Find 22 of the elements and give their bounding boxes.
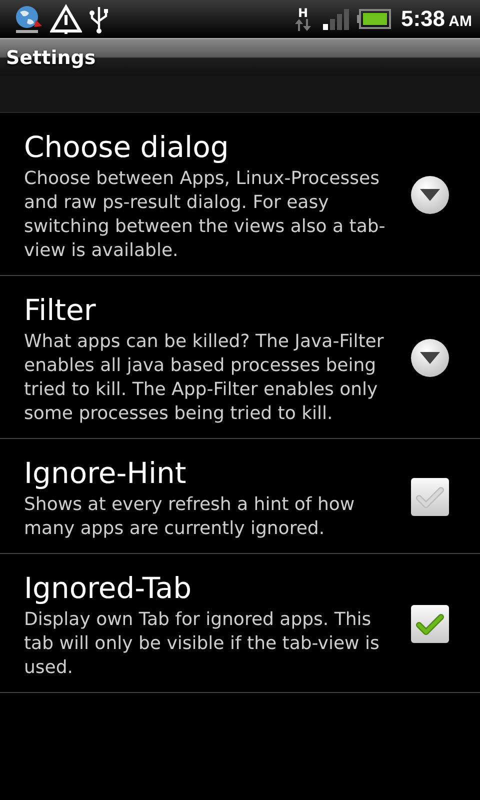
warning-icon — [50, 4, 82, 34]
preference-item[interactable]: Filter What apps can be killed? The Java-Filter enables all java based processes being tried to kill. The App-Filter enables only some processes being tried to kill. — [0, 276, 480, 439]
preference-title: Filter — [24, 292, 97, 329]
preference-summary: Display own Tab for ignored apps. This tab will only be visible if the tab-view is used. — [24, 608, 380, 680]
signal-icon — [323, 8, 351, 30]
preference-summary: Shows at every refresh a hint of how many apps are currently ignored. — [24, 493, 356, 541]
network-type-label: H — [298, 7, 308, 19]
preference-item[interactable]: Ignore-Hint Shows at every refresh a hint of how many apps are currently ignored. — [0, 439, 480, 554]
preference-title: Ignore-Hint — [24, 455, 188, 492]
preference-title: Choose dialog — [24, 129, 230, 166]
checkbox[interactable] — [410, 477, 450, 517]
preference-summary: Choose between Apps, Linux-Processes and raw ps-result dialog. For easy switching between the views also a tab-view is available. — [24, 167, 386, 263]
screen-title: Settings — [6, 46, 96, 68]
preference-title: Ignored-Tab — [24, 570, 193, 607]
checkbox[interactable] — [410, 604, 450, 644]
preference-summary: What apps can be killed? The Java-Filter enables all java based processes being tried to kill. The App-Filter enables only some processes being tried to kill. — [24, 330, 385, 426]
preference-item[interactable]: Choose dialog Choose between Apps, Linux-Processes and raw ps-result dialog. For easy switching between the views also a tab-view is available. — [0, 113, 480, 276]
data-arrows-icon — [295, 19, 311, 31]
clock: 5:38 AM — [401, 6, 472, 32]
usb-icon — [88, 4, 110, 34]
battery-icon — [357, 9, 391, 29]
preference-item[interactable]: Ignored-Tab Display own Tab for ignored apps. This tab will only be visible if the tab-view is used. — [0, 554, 480, 693]
